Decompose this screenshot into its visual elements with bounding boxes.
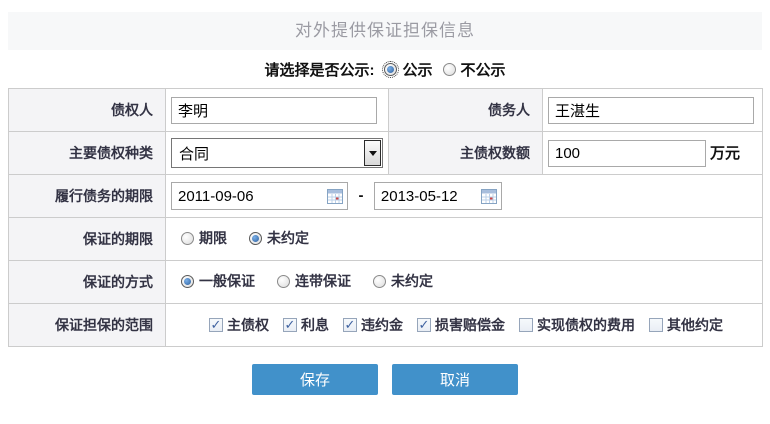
radio-option-public[interactable]: 公示 bbox=[384, 59, 432, 80]
checkbox-option-interest[interactable]: 利息 bbox=[283, 315, 329, 335]
calendar-icon[interactable] bbox=[481, 189, 497, 204]
radio-label: 未约定 bbox=[391, 271, 433, 291]
debt-type-selected-value: 合同 bbox=[179, 143, 209, 164]
radio-option-unagreed-method[interactable]: 未约定 bbox=[373, 271, 433, 291]
checkbox-label: 利息 bbox=[301, 315, 329, 335]
creditor-input[interactable] bbox=[171, 97, 377, 124]
checkbox-option-other-agreed[interactable]: 其他约定 bbox=[649, 315, 723, 335]
checkbox-icon[interactable] bbox=[649, 318, 663, 332]
guarantee-method-label: 保证的方式 bbox=[9, 261, 166, 304]
checkbox-label: 主债权 bbox=[227, 315, 269, 335]
guarantee-method-options: 一般保证 连带保证 未约定 bbox=[171, 271, 433, 291]
checkbox-label: 损害赔偿金 bbox=[435, 315, 505, 335]
guarantee-period-options: 期限 未约定 bbox=[171, 228, 309, 248]
form-actions: 保存 取消 bbox=[0, 364, 770, 395]
checkbox-icon[interactable] bbox=[343, 318, 357, 332]
table-row: 履行债务的期限 bbox=[9, 175, 763, 218]
checkbox-option-penalty[interactable]: 违约金 bbox=[343, 315, 403, 335]
checkbox-icon[interactable] bbox=[283, 318, 297, 332]
checkbox-icon[interactable] bbox=[209, 318, 223, 332]
save-button[interactable]: 保存 bbox=[252, 364, 378, 395]
checkbox-icon[interactable] bbox=[417, 318, 431, 332]
publicity-question-label: 请选择是否公示: bbox=[264, 59, 374, 80]
radio-icon[interactable] bbox=[249, 232, 262, 245]
radio-icon[interactable] bbox=[373, 275, 386, 288]
debt-amount-label: 主债权数额 bbox=[389, 132, 543, 175]
debt-type-select[interactable]: 合同 bbox=[171, 138, 383, 168]
radio-icon[interactable] bbox=[181, 232, 194, 245]
period-end-datebox bbox=[374, 182, 502, 210]
table-row: 保证担保的范围 主债权 利息 违约金 bbox=[9, 304, 763, 347]
performance-period-label: 履行债务的期限 bbox=[9, 175, 166, 218]
cancel-button[interactable]: 取消 bbox=[392, 364, 518, 395]
checkbox-label: 违约金 bbox=[361, 315, 403, 335]
table-row: 保证的期限 期限 未约定 bbox=[9, 218, 763, 261]
checkbox-option-principal-claim[interactable]: 主债权 bbox=[209, 315, 269, 335]
radio-label: 不公示 bbox=[461, 59, 506, 80]
radio-label: 未约定 bbox=[267, 228, 309, 248]
guarantee-info-page: 对外提供保证担保信息 请选择是否公示: 公示 不公示 债权人 债务人 主要债权种… bbox=[0, 12, 770, 424]
period-start-datebox bbox=[171, 182, 348, 210]
checkbox-option-realization-costs[interactable]: 实现债权的费用 bbox=[519, 315, 635, 335]
guarantee-scope-options: 主债权 利息 违约金 损害赔偿金 bbox=[171, 315, 761, 335]
debtor-label: 债务人 bbox=[389, 89, 543, 132]
period-end-input[interactable] bbox=[381, 184, 476, 208]
checkbox-icon[interactable] bbox=[519, 318, 533, 332]
chevron-down-icon[interactable] bbox=[364, 140, 381, 166]
period-start-input[interactable] bbox=[178, 184, 318, 208]
debt-amount-unit: 万元 bbox=[710, 145, 740, 162]
creditor-label: 债权人 bbox=[9, 89, 166, 132]
checkbox-label: 实现债权的费用 bbox=[537, 315, 635, 335]
guarantee-scope-label: 保证担保的范围 bbox=[9, 304, 166, 347]
publicity-selector-row: 请选择是否公示: 公示 不公示 bbox=[0, 50, 770, 88]
radio-label: 公示 bbox=[402, 59, 432, 80]
radio-option-joint-guarantee[interactable]: 连带保证 bbox=[277, 271, 351, 291]
guarantee-period-label: 保证的期限 bbox=[9, 218, 166, 261]
debt-amount-input[interactable] bbox=[548, 140, 706, 167]
checkbox-label: 其他约定 bbox=[667, 315, 723, 335]
table-row: 保证的方式 一般保证 连带保证 未约定 bbox=[9, 261, 763, 304]
radio-label: 期限 bbox=[199, 228, 227, 248]
radio-option-general-guarantee[interactable]: 一般保证 bbox=[181, 271, 255, 291]
radio-icon[interactable] bbox=[443, 63, 456, 76]
table-row: 债权人 债务人 bbox=[9, 89, 763, 132]
table-row: 主要债权种类 合同 主债权数额 万元 bbox=[9, 132, 763, 175]
radio-icon[interactable] bbox=[277, 275, 290, 288]
radio-label: 一般保证 bbox=[199, 271, 255, 291]
date-range-separator: - bbox=[358, 187, 363, 204]
page-title: 对外提供保证担保信息 bbox=[8, 12, 762, 50]
debt-type-label: 主要债权种类 bbox=[9, 132, 166, 175]
radio-label: 连带保证 bbox=[295, 271, 351, 291]
guarantee-form-table: 债权人 债务人 主要债权种类 合同 主债权数额 万元 履行债务的期 bbox=[8, 88, 763, 347]
calendar-icon[interactable] bbox=[327, 189, 343, 204]
radio-icon[interactable] bbox=[384, 63, 397, 76]
radio-icon[interactable] bbox=[181, 275, 194, 288]
radio-option-fixed-period[interactable]: 期限 bbox=[181, 228, 227, 248]
checkbox-option-damages[interactable]: 损害赔偿金 bbox=[417, 315, 505, 335]
debtor-input[interactable] bbox=[548, 97, 754, 124]
radio-option-unagreed-period[interactable]: 未约定 bbox=[249, 228, 309, 248]
radio-option-not-public[interactable]: 不公示 bbox=[443, 59, 506, 80]
